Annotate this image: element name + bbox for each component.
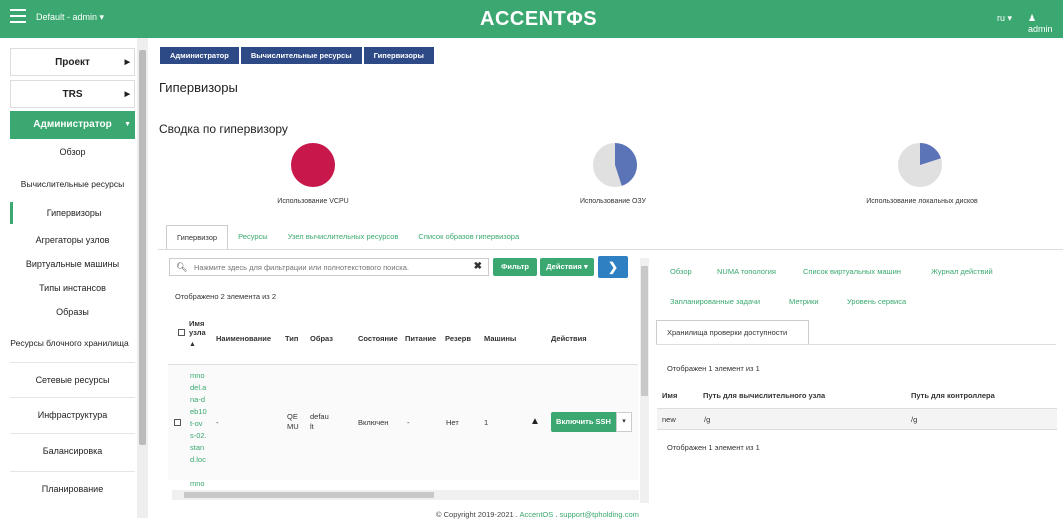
right-column-name[interactable]: Имя — [662, 391, 677, 400]
search-input[interactable] — [194, 261, 464, 273]
cell-reserve: Нет — [446, 418, 459, 427]
cell-machines: 1 — [484, 418, 489, 427]
pie-vcpu — [291, 143, 335, 187]
sidebar-item-network[interactable]: Сетевые ресурсы — [10, 362, 135, 396]
name-line: na-d — [190, 395, 206, 404]
search-icon: 🔍︎ — [176, 262, 188, 272]
actions-button[interactable]: Действия ▾ — [540, 258, 594, 276]
warning-icon: ▲ — [530, 416, 540, 427]
sidebar-item-instances[interactable]: Виртуальные машины — [10, 253, 135, 275]
cell-state: Включен — [358, 418, 389, 427]
right-cell-compute-path: /g — [704, 415, 711, 424]
pie-ram — [593, 143, 638, 187]
column-header-power[interactable]: Питание — [405, 334, 436, 343]
type-line: QE — [287, 412, 298, 421]
cell-image: defau lt — [310, 412, 329, 432]
pie-label-ram: Использование ОЗУ — [579, 198, 646, 205]
pie-disk — [898, 143, 942, 187]
tab-vm-list[interactable]: Список виртуальных машин — [803, 267, 901, 276]
tab-image-list[interactable]: Список образов гипервизора — [408, 225, 529, 249]
tab-hypervisor[interactable]: Гипервизор — [166, 225, 229, 249]
image-line: defau — [310, 412, 329, 421]
tab-service-level[interactable]: Уровень сервиса — [847, 297, 906, 306]
right-tabs-divider — [656, 344, 1056, 345]
name-line: d.loc — [190, 455, 206, 464]
tab-availability-storages[interactable]: Хранилища проверки доступности — [656, 320, 809, 344]
filter-box: 🔍︎ ✖ — [169, 258, 489, 276]
pie-label-vcpu: Использование VCPU — [277, 198, 349, 205]
column-header-state[interactable]: Состояние — [358, 334, 398, 343]
right-cell-name: new — [662, 415, 676, 424]
filter-button[interactable]: Фильтр — [493, 258, 537, 276]
next-row-name[interactable]: mno — [190, 481, 205, 487]
tabs-divider — [158, 249, 1063, 250]
column-header-reserve[interactable]: Резерв — [445, 334, 471, 343]
column-header-label: Имя узла — [189, 319, 206, 337]
column-header-title[interactable]: Наименование — [216, 334, 271, 343]
column-header-actions: Действия — [551, 334, 587, 343]
sidebar-item-balancing[interactable]: Балансировка — [10, 433, 135, 467]
cell-title: - — [216, 418, 219, 427]
cell-power: - — [407, 418, 410, 427]
right-count-top: Отображен 1 элемент из 1 — [667, 364, 760, 373]
enable-ssh-button[interactable]: Включить SSH — [551, 412, 616, 432]
column-header-type[interactable]: Тип — [285, 334, 298, 343]
tab-metrics[interactable]: Метрики — [789, 297, 819, 306]
sidebar-item-scheduling[interactable]: Планирование — [10, 471, 135, 505]
row-actions-dropdown[interactable]: ▾ — [616, 412, 632, 432]
pie-label-disk: Использование локальных дисков — [866, 198, 978, 205]
table-horizontal-scroll-thumb[interactable] — [184, 492, 434, 498]
column-header-machines[interactable]: Машины — [484, 334, 516, 343]
tab-numa[interactable]: NUMA топология — [717, 267, 776, 276]
tab-scheduled-tasks[interactable]: Запланированные задачи — [670, 297, 760, 306]
name-line: del.a — [190, 383, 207, 392]
name-line: s-02. — [190, 431, 207, 440]
right-column-controller-path[interactable]: Путь для контроллера — [911, 391, 995, 400]
tab-resources[interactable]: Ресурсы — [228, 225, 278, 249]
right-cell-controller-path: /g — [911, 415, 918, 424]
column-header-image[interactable]: Образ — [310, 334, 333, 343]
sidebar-item-images[interactable]: Образы — [10, 301, 135, 323]
tab-compute-node[interactable]: Узел вычислительных ресурсов — [278, 225, 409, 249]
image-line: lt — [310, 422, 314, 431]
sidebar-item-infrastructure[interactable]: Инфраструктура — [10, 397, 135, 431]
cell-type: QE MU — [287, 412, 299, 432]
tab-overview[interactable]: Обзор — [670, 267, 692, 276]
table-vertical-scroll-thumb[interactable] — [641, 266, 648, 396]
select-all-checkbox[interactable] — [178, 329, 185, 336]
right-column-compute-path[interactable]: Путь для вычислительного узла — [703, 391, 825, 400]
table-header: Имя узла ▲ Наименование Тип Образ Состоя… — [168, 319, 638, 357]
column-header-name[interactable]: Имя узла — [189, 319, 211, 337]
go-button[interactable]: ❯ — [598, 256, 628, 278]
hypervisor-tabs: Гипервизор Ресурсы Узел вычислительных р… — [166, 225, 529, 249]
sidebar-item-flavors[interactable]: Типы инстансов — [10, 277, 135, 299]
sidebar-item-aggregates[interactable]: Агрегаторы узлов — [10, 229, 135, 251]
row-checkbox[interactable] — [174, 419, 181, 426]
sidebar-item-volumes[interactable]: Ресурсы блочного хранилища — [2, 332, 137, 354]
table-count: Отображено 2 элемента из 2 — [175, 292, 277, 301]
sort-icon: ▲ — [189, 341, 196, 348]
pie-used-slice — [291, 143, 335, 187]
type-line: MU — [287, 422, 299, 431]
name-line: eb10 — [190, 407, 207, 416]
name-line: mno — [190, 371, 205, 380]
name-line: stan — [190, 443, 205, 452]
summary-pies — [291, 143, 942, 187]
clear-icon[interactable]: ✖ — [474, 261, 482, 272]
right-count-bottom: Отображен 1 элемент из 1 — [667, 443, 760, 452]
tab-action-log[interactable]: Журнал действий — [931, 267, 993, 276]
right-table-row — [657, 408, 1057, 430]
